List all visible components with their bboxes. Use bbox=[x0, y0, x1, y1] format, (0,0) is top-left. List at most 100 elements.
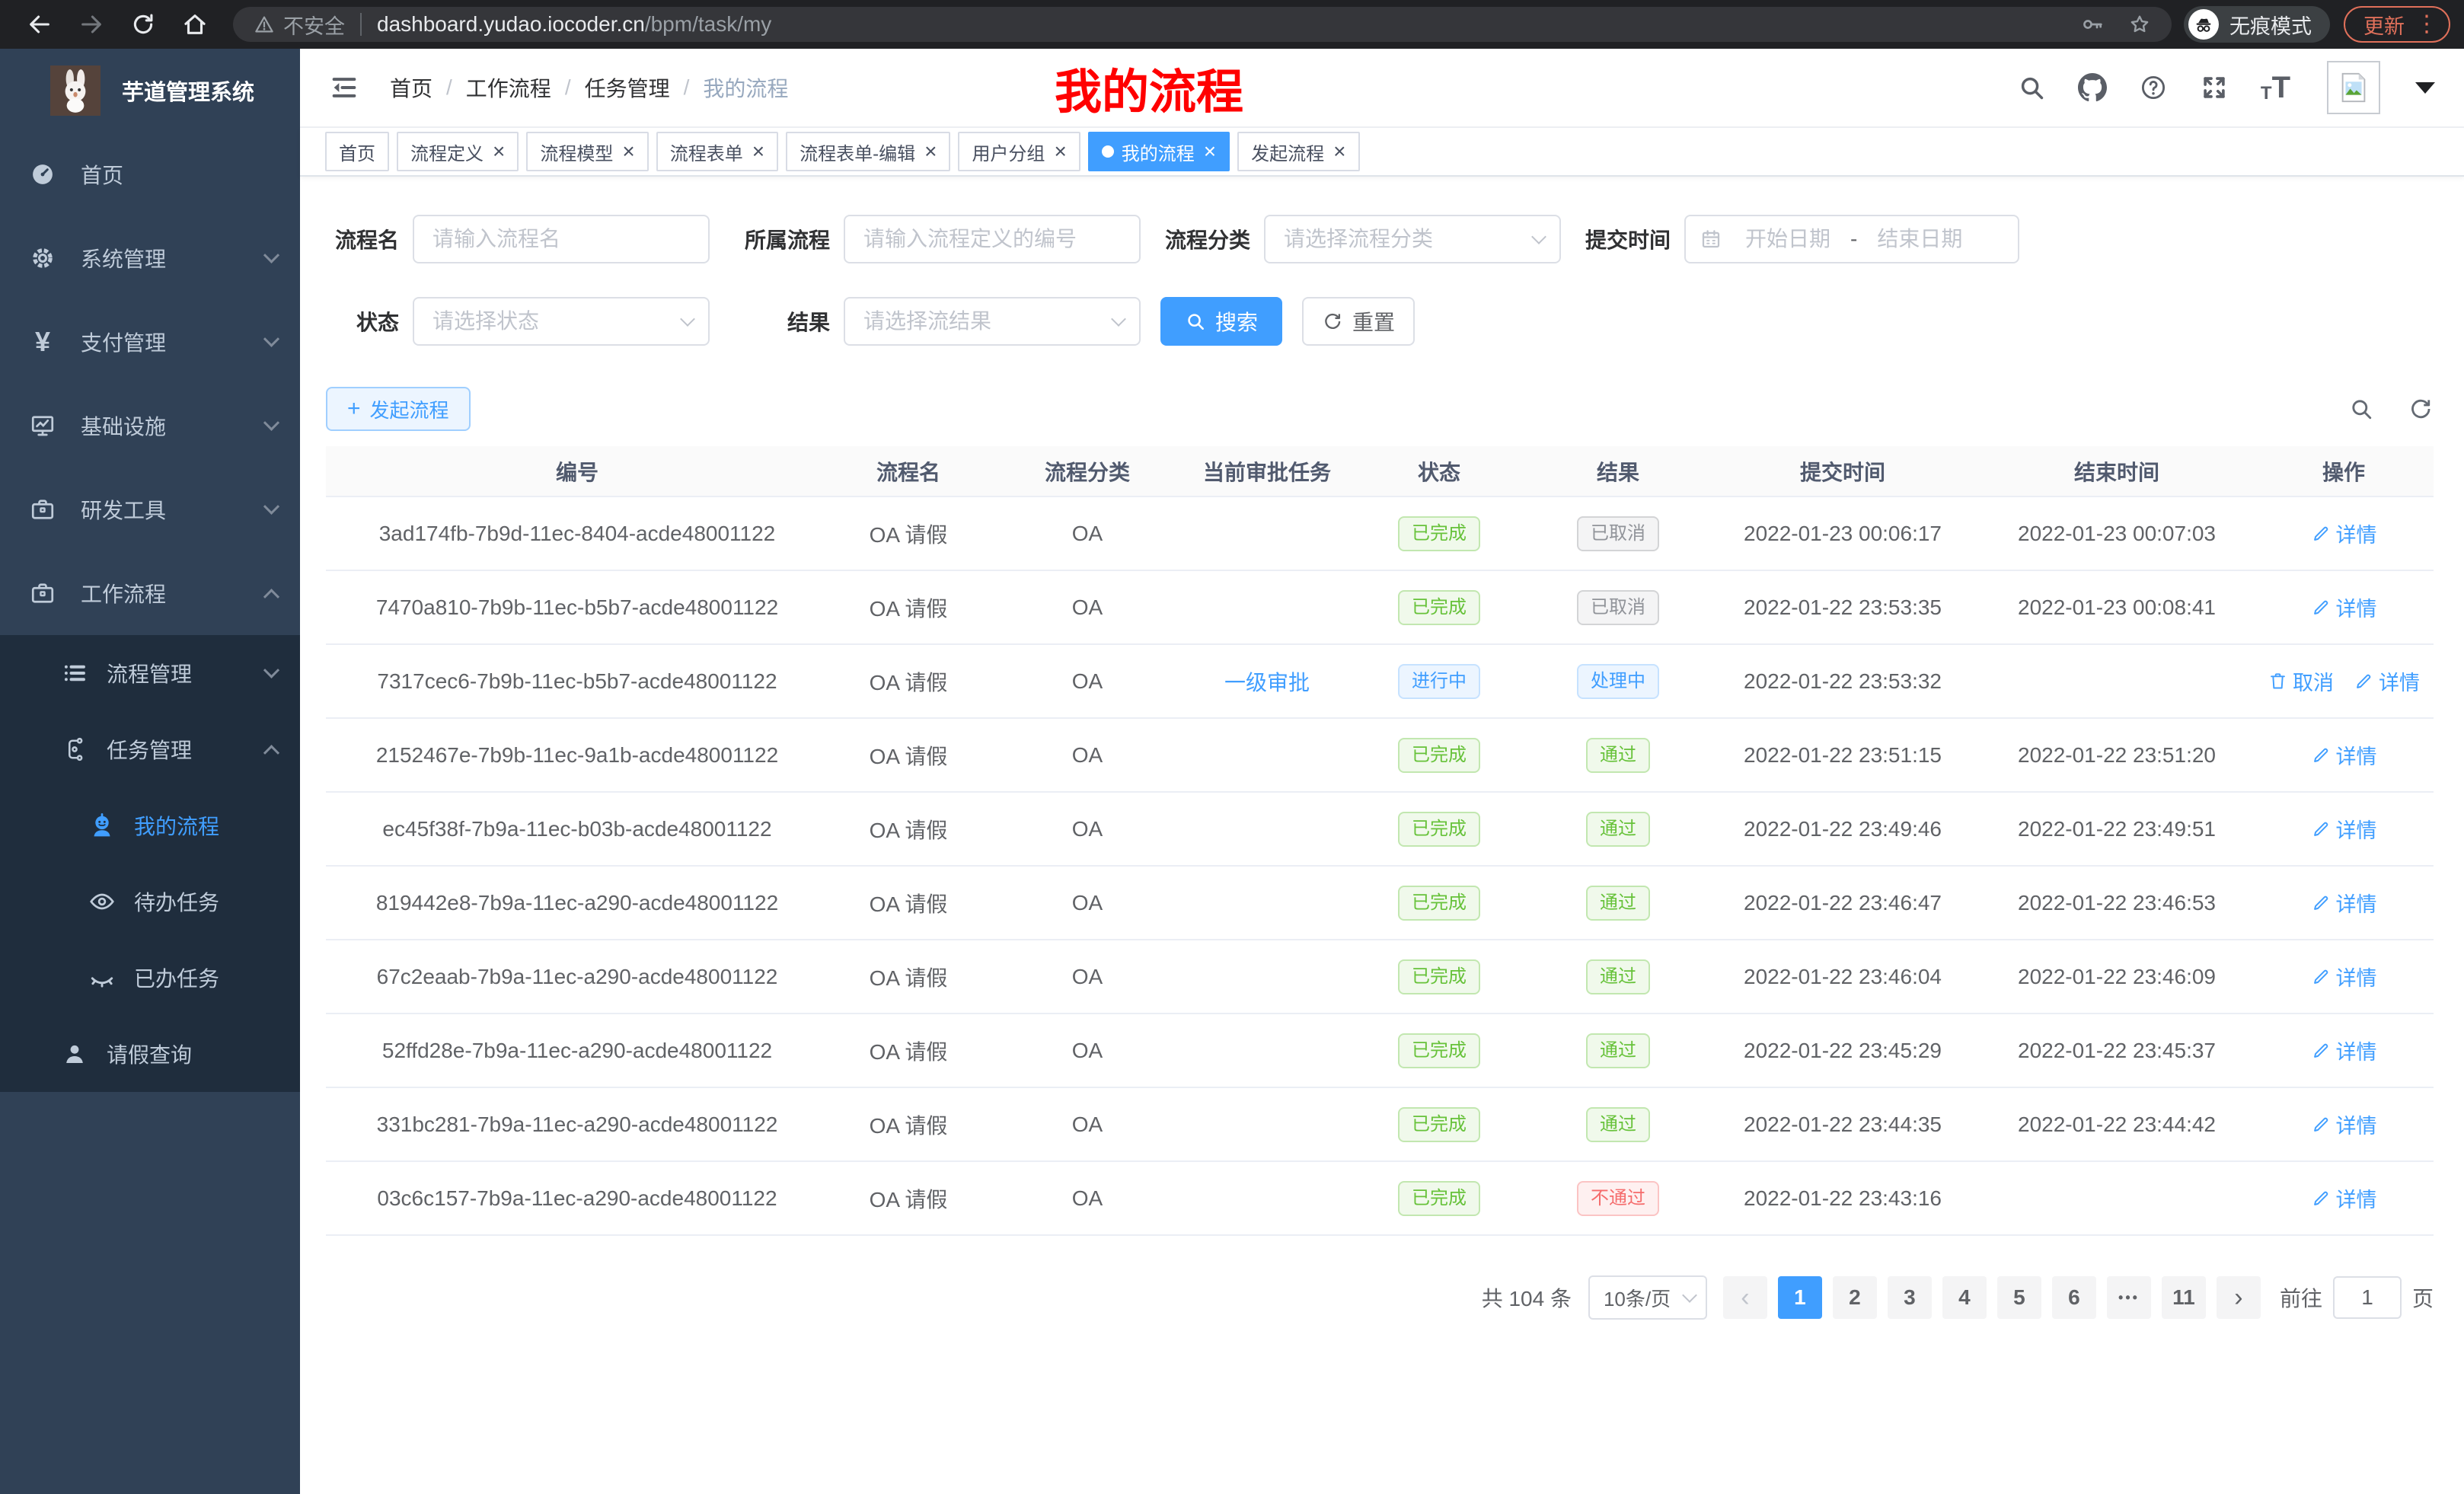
end-date-input[interactable] bbox=[1862, 227, 1977, 251]
toggle-search-icon[interactable] bbox=[2348, 396, 2374, 422]
sidebar-item-workflow[interactable]: 工作流程 bbox=[0, 551, 300, 635]
close-icon[interactable]: × bbox=[924, 141, 937, 162]
edit-icon bbox=[2311, 523, 2332, 544]
cell-actions: 详情 bbox=[2254, 718, 2434, 792]
reload-icon[interactable] bbox=[126, 7, 161, 42]
tab-start-process[interactable]: 发起流程 × bbox=[1237, 132, 1359, 171]
sidebar-item-payment[interactable]: ¥ 支付管理 bbox=[0, 300, 300, 384]
detail-button[interactable]: 详情 bbox=[2311, 740, 2377, 770]
address-bar[interactable]: 不安全 dashboard.yudao.iocoder.cn/bpm/task/… bbox=[233, 7, 2172, 42]
home-icon[interactable] bbox=[177, 7, 212, 42]
search-button[interactable]: 搜索 bbox=[1160, 297, 1282, 346]
page-button-2[interactable]: 2 bbox=[1833, 1276, 1877, 1319]
help-icon[interactable] bbox=[2139, 73, 2168, 102]
detail-button[interactable]: 详情 bbox=[2311, 592, 2377, 622]
star-icon[interactable] bbox=[2127, 12, 2152, 37]
table-toolbar: + 发起流程 bbox=[326, 387, 2434, 431]
cancel-button[interactable]: 取消 bbox=[2268, 666, 2334, 696]
hamburger-icon[interactable] bbox=[329, 72, 359, 103]
page-size-select[interactable] bbox=[1588, 1275, 1707, 1320]
close-icon[interactable]: × bbox=[1204, 141, 1216, 162]
sidebar-item-my-process[interactable]: 我的流程 bbox=[0, 787, 300, 864]
page-button-3[interactable]: 3 bbox=[1888, 1276, 1932, 1319]
close-icon[interactable]: × bbox=[1054, 141, 1066, 162]
sidebar-menu: 首页 系统管理 ¥ 支付管理 基础设施 研发工具 工作流程 流程管理 任务管理 … bbox=[0, 132, 300, 1092]
page-button-6[interactable]: 6 bbox=[2052, 1276, 2096, 1319]
font-size-icon[interactable]: TT bbox=[2261, 72, 2290, 103]
breadcrumb-task-manage[interactable]: 任务管理 bbox=[585, 72, 670, 103]
page-button-1[interactable]: 1 bbox=[1778, 1276, 1822, 1319]
cell-status: 已完成 bbox=[1348, 792, 1530, 866]
result-select[interactable] bbox=[844, 297, 1141, 346]
security-label[interactable]: 不安全 bbox=[283, 10, 345, 40]
detail-button[interactable]: 详情 bbox=[2311, 1109, 2377, 1139]
cell-end-time: 2022-01-22 23:46:09 bbox=[1980, 940, 2254, 1014]
close-icon[interactable]: × bbox=[752, 141, 764, 162]
detail-button[interactable]: 详情 bbox=[2311, 814, 2377, 844]
page-button-11[interactable]: 11 bbox=[2162, 1276, 2206, 1319]
sidebar-item-system[interactable]: 系统管理 bbox=[0, 216, 300, 300]
status-badge: 已完成 bbox=[1398, 590, 1480, 625]
tab-process-form-edit[interactable]: 流程表单-编辑 × bbox=[786, 132, 950, 171]
page-button-5[interactable]: 5 bbox=[1997, 1276, 2041, 1319]
next-page-button[interactable]: › bbox=[2217, 1276, 2261, 1319]
dashboard-icon bbox=[29, 161, 56, 188]
detail-button[interactable]: 详情 bbox=[2311, 962, 2377, 991]
reset-button[interactable]: 重置 bbox=[1302, 297, 1415, 346]
key-icon[interactable] bbox=[2080, 12, 2105, 37]
breadcrumb-workflow[interactable]: 工作流程 bbox=[466, 72, 551, 103]
active-dot-icon bbox=[1102, 145, 1114, 158]
back-icon[interactable] bbox=[22, 7, 57, 42]
app-window: 芋道管理系统 首页 系统管理 ¥ 支付管理 基础设施 研发工具 工作流程 流程管… bbox=[0, 49, 2464, 1494]
incognito-icon bbox=[2188, 9, 2219, 40]
github-icon[interactable] bbox=[2078, 73, 2107, 102]
status-badge: 已完成 bbox=[1398, 886, 1480, 921]
sidebar-logo[interactable]: 芋道管理系统 bbox=[0, 49, 300, 132]
detail-button[interactable]: 详情 bbox=[2311, 888, 2377, 918]
update-button[interactable]: 更新 ⋮ bbox=[2344, 6, 2450, 43]
detail-button[interactable]: 详情 bbox=[2311, 519, 2377, 548]
tab-user-group[interactable]: 用户分组 × bbox=[958, 132, 1080, 171]
avatar[interactable] bbox=[2327, 61, 2380, 114]
close-icon[interactable]: × bbox=[493, 141, 505, 162]
detail-button[interactable]: 详情 bbox=[2354, 666, 2420, 696]
tab-process-form[interactable]: 流程表单 × bbox=[656, 132, 778, 171]
sidebar-item-todo-task[interactable]: 待办任务 bbox=[0, 864, 300, 940]
close-icon[interactable]: × bbox=[1333, 141, 1345, 162]
cell-id: 52ffd28e-7b9a-11ec-a290-acde48001122 bbox=[326, 1014, 828, 1087]
search-icon[interactable] bbox=[2017, 73, 2046, 102]
sidebar-item-task-manage[interactable]: 任务管理 bbox=[0, 711, 300, 787]
page-more-button[interactable]: ••• bbox=[2107, 1276, 2151, 1319]
sidebar-item-dev-tools[interactable]: 研发工具 bbox=[0, 468, 300, 551]
sidebar-item-infrastructure[interactable]: 基础设施 bbox=[0, 384, 300, 468]
close-icon[interactable]: × bbox=[622, 141, 634, 162]
chevron-down-icon[interactable] bbox=[2415, 82, 2435, 94]
cell-id: ec45f38f-7b9a-11ec-b03b-acde48001122 bbox=[326, 792, 828, 866]
task-link[interactable]: 一级审批 bbox=[1224, 671, 1310, 694]
detail-button[interactable]: 详情 bbox=[2311, 1036, 2377, 1065]
sidebar-item-done-task[interactable]: 已办任务 bbox=[0, 940, 300, 1016]
prev-page-button[interactable]: ‹ bbox=[1723, 1276, 1767, 1319]
forward-icon[interactable] bbox=[74, 7, 109, 42]
date-range-picker[interactable]: - bbox=[1684, 215, 2019, 263]
sidebar-item-process-manage[interactable]: 流程管理 bbox=[0, 635, 300, 711]
tab-my-process[interactable]: 我的流程 × bbox=[1088, 132, 1230, 171]
start-date-input[interactable] bbox=[1730, 227, 1846, 251]
detail-button[interactable]: 详情 bbox=[2311, 1183, 2377, 1213]
goto-page-input[interactable] bbox=[2333, 1276, 2402, 1319]
breadcrumb-home[interactable]: 首页 bbox=[390, 72, 432, 103]
sidebar-item-home[interactable]: 首页 bbox=[0, 132, 300, 216]
page-button-4[interactable]: 4 bbox=[1942, 1276, 1987, 1319]
tab-home[interactable]: 首页 bbox=[325, 132, 389, 171]
process-def-input[interactable] bbox=[844, 215, 1141, 263]
process-name-input[interactable] bbox=[413, 215, 710, 263]
tab-process-model[interactable]: 流程模型 × bbox=[526, 132, 648, 171]
sidebar-item-leave-query[interactable]: 请假查询 bbox=[0, 1016, 300, 1092]
status-select[interactable] bbox=[413, 297, 710, 346]
tab-process-definition[interactable]: 流程定义 × bbox=[397, 132, 519, 171]
create-process-button[interactable]: + 发起流程 bbox=[326, 387, 471, 431]
fullscreen-icon[interactable] bbox=[2200, 73, 2229, 102]
refresh-table-icon[interactable] bbox=[2408, 396, 2434, 422]
category-select[interactable] bbox=[1264, 215, 1561, 263]
kebab-menu-icon[interactable]: ⋮ bbox=[2415, 13, 2438, 36]
